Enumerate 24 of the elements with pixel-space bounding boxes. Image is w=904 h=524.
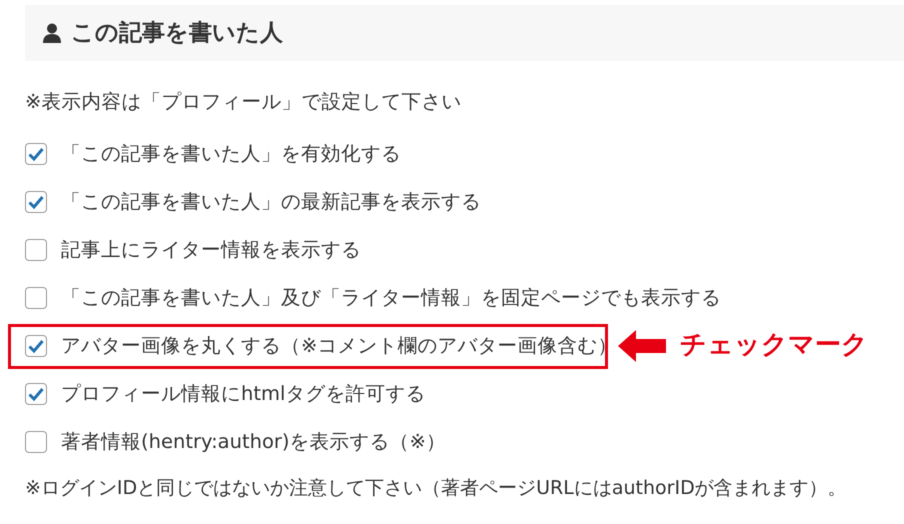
option-label[interactable]: 「この記事を書いた人」を有効化する <box>61 139 401 169</box>
person-icon <box>43 23 61 43</box>
checkbox[interactable] <box>25 431 47 453</box>
option-label[interactable]: 「この記事を書いた人」及び「ライター情報」を固定ページでも表示する <box>61 283 721 313</box>
option-label[interactable]: 「この記事を書いた人」の最新記事を表示する <box>61 187 481 217</box>
checkbox[interactable] <box>25 335 47 357</box>
check-icon <box>28 387 44 401</box>
checkbox[interactable] <box>25 191 47 213</box>
option-label[interactable]: プロフィール情報にhtmlタグを許可する <box>61 379 426 409</box>
annotation-label: チェックマーク <box>680 329 868 362</box>
arrow-icon <box>618 330 666 362</box>
check-icon <box>28 195 44 209</box>
check-icon <box>28 339 44 353</box>
section-title: この記事を書いた人 <box>71 18 283 48</box>
note-text: ※ログインIDと同じではないか注意して下さい（著者ページURLにはauthorIDが含まれます）。 <box>25 476 847 501</box>
option-label[interactable]: 記事上にライター情報を表示する <box>61 235 361 265</box>
checkbox[interactable] <box>25 383 47 405</box>
option-label[interactable]: アバター画像を丸くする（※コメント欄のアバター画像含む） <box>61 331 618 361</box>
checkbox[interactable] <box>25 143 47 165</box>
checkbox[interactable] <box>25 239 47 261</box>
note-text: ※表示内容は「プロフィール」で設定して下さい <box>25 89 462 116</box>
check-icon <box>28 147 44 161</box>
option-label[interactable]: 著者情報(hentry:author)を表示する（※） <box>61 427 446 457</box>
checkbox[interactable] <box>25 287 47 309</box>
